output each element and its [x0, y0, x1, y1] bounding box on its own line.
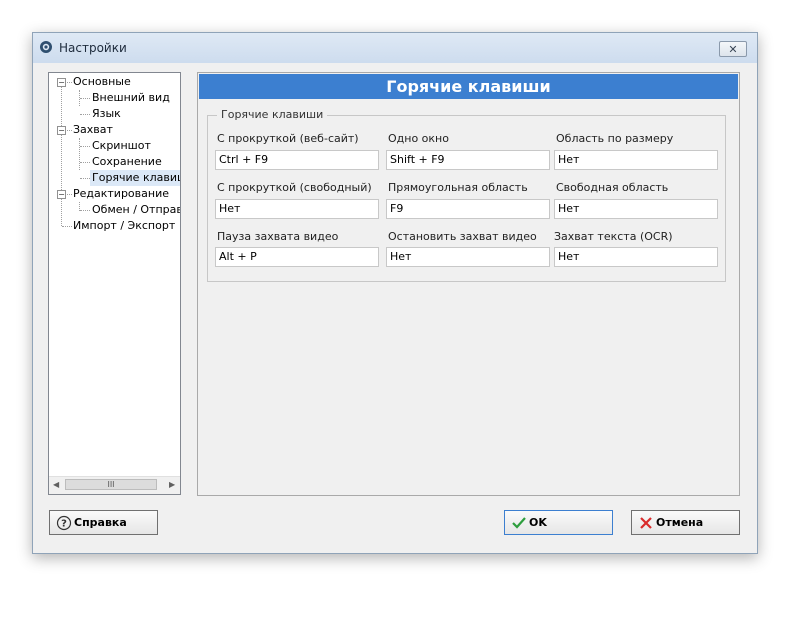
hotkey-field-scroll-website[interactable]: Ctrl + F9: [215, 150, 379, 170]
tree-item-basic[interactable]: − Основные: [49, 74, 180, 90]
hotkey-label-pause-video: Пауза захвата видео: [217, 230, 339, 243]
hotkeys-groupbox: Горячие клавиши С прокруткой (веб-сайт) …: [207, 108, 726, 282]
tree-item-appearance[interactable]: Внешний вид: [49, 90, 180, 106]
cancel-button[interactable]: Отмена: [631, 510, 740, 535]
settings-tree: − Основные Внешний вид Язык − Захват Скр…: [48, 72, 181, 495]
scroll-right-icon[interactable]: ▶: [169, 480, 175, 489]
hotkey-label-scroll-free: С прокруткой (свободный): [217, 181, 372, 194]
ok-button-label: OK: [529, 516, 547, 529]
tree-item-saving[interactable]: Сохранение: [49, 154, 180, 170]
hotkey-field-rectangle[interactable]: F9: [386, 199, 550, 219]
hotkey-label-rectangle: Прямоугольная область: [388, 181, 528, 194]
hotkey-field-fixed-region[interactable]: Нет: [554, 150, 718, 170]
hotkey-label-freehand: Свободная область: [556, 181, 669, 194]
tree-item-screenshot[interactable]: Скриншот: [49, 138, 180, 154]
help-button-label: Справка: [74, 516, 127, 529]
hotkey-label-single-window: Одно окно: [388, 132, 449, 145]
collapse-icon[interactable]: −: [57, 190, 66, 199]
hotkey-field-stop-video[interactable]: Нет: [386, 247, 550, 267]
close-button[interactable]: ✕: [719, 41, 747, 57]
hotkey-field-freehand[interactable]: Нет: [554, 199, 718, 219]
tree-item-label: Сохранение: [92, 155, 162, 168]
tree-item-label: Внешний вид: [92, 91, 170, 104]
cancel-button-label: Отмена: [656, 516, 704, 529]
checkmark-icon: [511, 515, 527, 531]
app-icon: [39, 40, 53, 54]
ok-button[interactable]: OK: [504, 510, 613, 535]
tree-item-language[interactable]: Язык: [49, 106, 180, 122]
collapse-icon[interactable]: −: [57, 78, 66, 87]
hotkeys-panel: Горячие клавиши Горячие клавиши С прокру…: [197, 72, 740, 496]
tree-item-label: Обмен / Отправка: [92, 203, 180, 216]
tree-item-import-export[interactable]: Импорт / Экспорт: [49, 218, 180, 234]
hotkey-label-stop-video: Остановить захват видео: [388, 230, 537, 243]
tree-horizontal-scrollbar[interactable]: ◀ III ▶: [49, 476, 180, 494]
tree-item-hotkeys[interactable]: Горячие клавиши: [49, 170, 180, 186]
tree-item-label: Горячие клавиши: [90, 170, 180, 186]
tree-item-label: Захват: [73, 123, 113, 136]
tree-item-label: Основные: [73, 75, 131, 88]
tree-item-label: Язык: [92, 107, 121, 120]
close-icon: ✕: [728, 42, 738, 56]
hotkey-field-single-window[interactable]: Shift + F9: [386, 150, 550, 170]
window-title: Настройки: [59, 41, 127, 55]
cancel-x-icon: [638, 515, 654, 531]
scroll-thumb[interactable]: III: [65, 479, 157, 490]
hotkey-label-fixed-region: Область по размеру: [556, 132, 674, 145]
svg-text:?: ?: [61, 519, 67, 530]
scroll-left-icon[interactable]: ◀: [53, 480, 59, 489]
groupbox-title: Горячие клавиши: [217, 108, 328, 121]
tree-item-editing[interactable]: − Редактирование: [49, 186, 180, 202]
tree-item-share[interactable]: Обмен / Отправка: [49, 202, 180, 218]
title-bar: Настройки ✕: [33, 33, 757, 63]
help-button[interactable]: ? Справка: [49, 510, 158, 535]
scroll-grip: III: [107, 480, 115, 489]
help-icon: ?: [56, 515, 72, 531]
collapse-icon[interactable]: −: [57, 126, 66, 135]
tree-item-label: Импорт / Экспорт: [73, 219, 176, 232]
tree-item-label: Редактирование: [73, 187, 169, 200]
hotkey-field-ocr[interactable]: Нет: [554, 247, 718, 267]
settings-window: Настройки ✕ − Основные Внешний вид Язык: [32, 32, 758, 554]
tree-item-label: Скриншот: [92, 139, 151, 152]
panel-header: Горячие клавиши: [199, 74, 738, 99]
hotkey-field-pause-video[interactable]: Alt + P: [215, 247, 379, 267]
hotkey-field-scroll-free[interactable]: Нет: [215, 199, 379, 219]
hotkey-label-ocr: Захват текста (OCR): [554, 230, 673, 243]
hotkey-label-scroll-website: С прокруткой (веб-сайт): [217, 132, 359, 145]
tree-item-capture[interactable]: − Захват: [49, 122, 180, 138]
dialog-client: − Основные Внешний вид Язык − Захват Скр…: [40, 63, 750, 546]
